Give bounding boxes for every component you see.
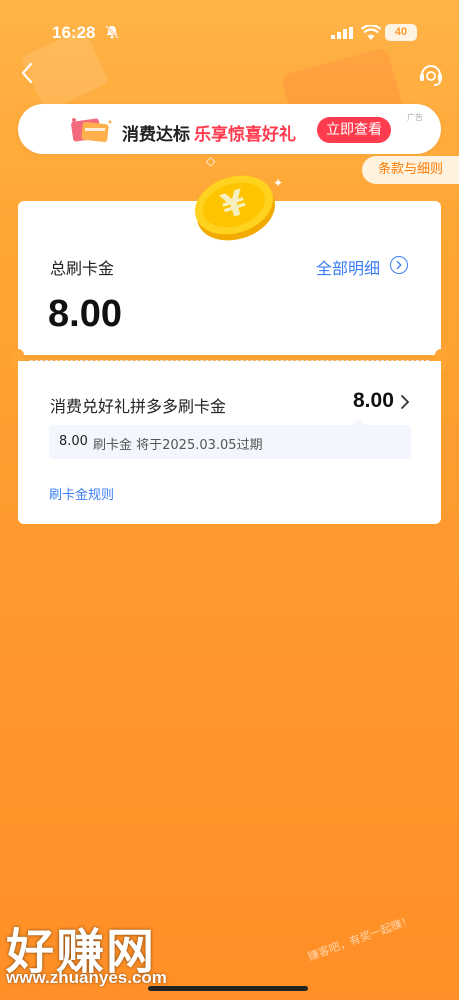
customer-service-icon[interactable] [417,60,445,88]
card-balance: 总刷卡金 全部明细 8.00 消费兑好礼拼多多刷卡金 8.00 8.00 刷卡金… [12,201,447,524]
ad-title: 消费达标 [122,125,190,145]
expiry-notice: 8.00 刷卡金 将于2025.03.05过期 [49,419,411,459]
ad-tag: 广告 [407,113,423,122]
chevron-right-icon[interactable] [399,393,411,411]
home-indicator[interactable] [148,986,308,991]
expiry-text: 刷卡金 将于2025.03.05过期 [93,438,263,453]
status-time: 16:28 [52,23,96,42]
card-items: 消费兑好礼拼多多刷卡金 8.00 8.00 刷卡金 将于2025.03.05过期… [18,361,441,524]
sparkle-icon: ◇ [206,154,216,168]
ad-highlight: 乐享惊喜好礼 [194,125,296,145]
reward-item-amount[interactable]: 8.00 [353,389,394,413]
ad-banner[interactable]: 消费达标 乐享惊喜好礼 立即查看 广告 [18,104,441,154]
coin-icon: ¥ [194,175,276,241]
total-label: 总刷卡金 [50,259,115,278]
ad-view-button[interactable]: 立即查看 [317,117,391,143]
back-icon[interactable] [16,60,40,86]
all-details-link[interactable]: 全部明细 [316,255,380,279]
wifi-icon [361,25,381,40]
chevron-right-circle-icon[interactable] [390,256,408,274]
total-amount: 8.00 [48,293,122,335]
reward-item-title[interactable]: 消费兑好礼拼多多刷卡金 [50,393,226,417]
watermark-url: www.zhuanyes.com [6,968,167,987]
signal-icon [331,27,353,39]
watermark-slogan: 赚客吧，有奖一起赚！ [306,913,415,964]
rules-link[interactable]: 刷卡金规则 [49,484,114,503]
status-bar: 16:28 40 [0,0,459,60]
battery-icon: 40 [385,24,417,41]
gift-card-icon [71,118,112,143]
bell-muted-icon [105,25,119,39]
terms-button[interactable]: 条款与细则 [362,156,459,184]
expiry-amount: 8.00 [59,434,88,449]
